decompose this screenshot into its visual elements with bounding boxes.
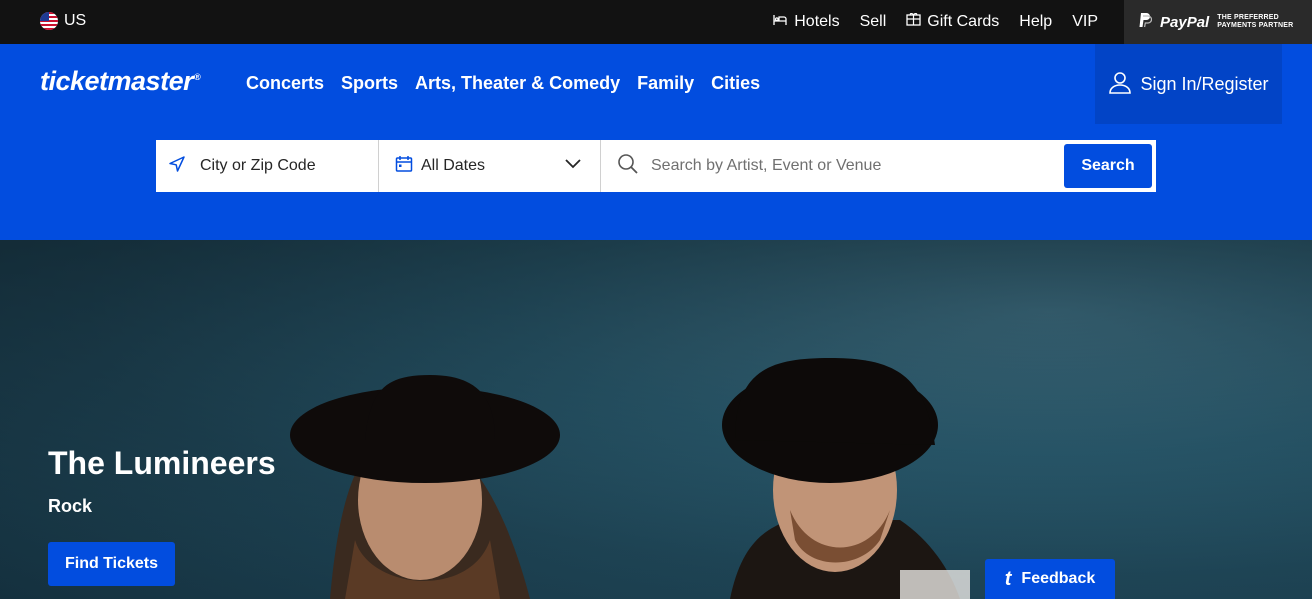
nav-family[interactable]: Family (637, 73, 694, 94)
logo-text: ticketmaster (40, 66, 194, 96)
help-label: Help (1019, 13, 1053, 30)
location-field[interactable]: City or Zip Code (156, 140, 379, 192)
feedback-logo-icon: t (1004, 567, 1012, 590)
us-flag-icon (40, 12, 58, 30)
nav-concerts[interactable]: Concerts (246, 73, 324, 94)
sign-in-label: Sign In/Register (1140, 73, 1269, 94)
paypal-logo-icon (1138, 12, 1153, 33)
nav-arts-theater-comedy[interactable]: Arts, Theater & Comedy (415, 73, 620, 94)
main-nav: Concerts Sports Arts, Theater & Comedy F… (246, 73, 760, 94)
feedback-label: Feedback (1021, 570, 1096, 587)
hotels-link[interactable]: Hotels (772, 13, 840, 32)
sign-in-register-button[interactable]: Sign In/Register (1095, 44, 1282, 124)
gift-cards-label: Gift Cards (927, 13, 1000, 30)
sell-label: Sell (859, 13, 887, 30)
find-tickets-button[interactable]: Find Tickets (48, 542, 175, 586)
vip-label: VIP (1072, 13, 1098, 30)
paypal-brand: PayPal (1160, 13, 1210, 31)
search-button[interactable]: Search (1064, 144, 1152, 188)
gift-cards-link[interactable]: Gift Cards (906, 12, 1000, 31)
search-bar: City or Zip Code All Dates Search (156, 140, 1156, 192)
artist-search-field: Search (601, 140, 1156, 192)
vip-link[interactable]: VIP (1072, 13, 1098, 31)
hero-genre: Rock (48, 496, 93, 516)
locale-selector[interactable]: US (40, 12, 86, 30)
location-placeholder: City or Zip Code (200, 157, 316, 174)
location-arrow-icon (168, 155, 186, 178)
calendar-icon (395, 155, 413, 178)
user-icon (1108, 70, 1132, 99)
paypal-partner-badge[interactable]: PayPal THE PREFERRED PAYMENTS PARTNER (1124, 0, 1312, 44)
help-link[interactable]: Help (1019, 13, 1052, 31)
hero-title: The Lumineers (48, 445, 276, 481)
feedback-button[interactable]: t Feedback (985, 559, 1115, 599)
paypal-tagline: THE PREFERRED PAYMENTS PARTNER (1217, 14, 1294, 29)
locale-label: US (64, 12, 87, 29)
hero-banner[interactable]: The Lumineers Rock Find Tickets (0, 240, 1312, 599)
search-input[interactable] (651, 157, 1052, 175)
gift-card-icon (906, 12, 921, 31)
utility-links: Hotels Sell Gift Cards Help VIP (772, 0, 1098, 44)
logo-registered-mark: ® (194, 72, 201, 82)
ticketmaster-logo[interactable]: ticketmaster® (40, 66, 201, 97)
sell-link[interactable]: Sell (860, 13, 887, 31)
nav-cities[interactable]: Cities (711, 73, 760, 94)
site-header: ticketmaster® Concerts Sports Arts, Thea… (0, 44, 1312, 240)
nav-sports[interactable]: Sports (341, 73, 398, 94)
chevron-down-icon (564, 157, 582, 175)
search-icon (617, 153, 639, 180)
hotel-icon (772, 13, 788, 32)
hero-artist-photo (0, 240, 1312, 599)
hotels-label: Hotels (794, 13, 840, 30)
date-dropdown[interactable]: All Dates (379, 140, 601, 192)
utility-bar: US Hotels Sell Gift Cards Help VIP PayPa… (0, 0, 1312, 44)
date-value: All Dates (421, 157, 486, 174)
